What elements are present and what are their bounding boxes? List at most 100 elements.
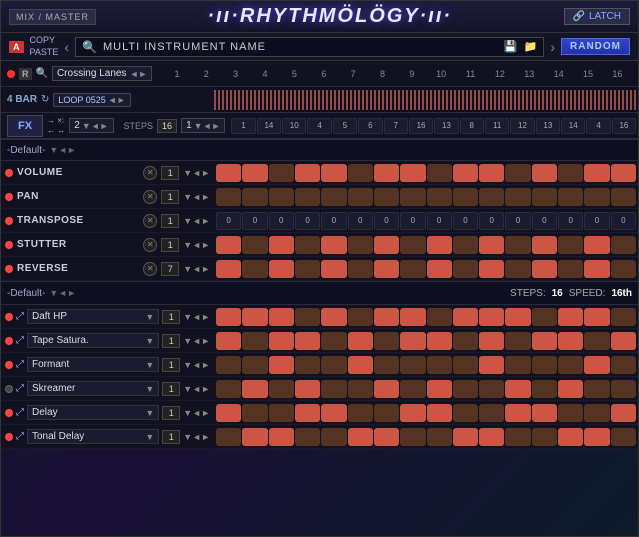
inst-value[interactable]: 1: [162, 358, 180, 372]
inst-cell[interactable]: [611, 380, 636, 398]
step-val[interactable]: 12: [510, 118, 534, 134]
inst-cell[interactable]: [374, 380, 399, 398]
param-cell[interactable]: [348, 164, 373, 182]
param-cell[interactable]: [479, 164, 504, 182]
param-clear-btn[interactable]: ✕: [143, 238, 157, 252]
inst-cell[interactable]: [479, 356, 504, 374]
inst-cell[interactable]: [400, 356, 425, 374]
inst-cell[interactable]: [584, 380, 609, 398]
inst-cell[interactable]: [242, 356, 267, 374]
inst-cell[interactable]: [532, 404, 557, 422]
inst-dropdown[interactable]: ▼: [145, 408, 154, 418]
inst-cell[interactable]: [532, 356, 557, 374]
param-cell[interactable]: [558, 236, 583, 254]
transpose-cell[interactable]: 0: [269, 212, 294, 230]
param-arrows[interactable]: ▼◄►: [183, 216, 210, 226]
param-cell[interactable]: [505, 236, 530, 254]
transpose-cell[interactable]: 0: [216, 212, 241, 230]
param-cell[interactable]: [242, 188, 267, 206]
param-cell[interactable]: [532, 164, 557, 182]
param-cell[interactable]: [400, 236, 425, 254]
inst-name-box[interactable]: Formant ▼: [27, 357, 159, 372]
inst-cell[interactable]: [611, 332, 636, 350]
folder-icon[interactable]: 📁: [524, 40, 538, 53]
inst-cell[interactable]: [295, 308, 320, 326]
param-cell[interactable]: [295, 236, 320, 254]
param-cell[interactable]: [321, 260, 346, 278]
param-cell[interactable]: [348, 188, 373, 206]
inst-cell[interactable]: [558, 356, 583, 374]
inst-cell[interactable]: [400, 332, 425, 350]
inst-cell[interactable]: [584, 308, 609, 326]
step-val[interactable]: 13: [434, 118, 458, 134]
inst-cell[interactable]: [453, 404, 478, 422]
inst-cell[interactable]: [374, 308, 399, 326]
inst-dropdown[interactable]: ▼: [145, 336, 154, 346]
param-cell[interactable]: [374, 236, 399, 254]
param-cell[interactable]: [453, 236, 478, 254]
param-cell[interactable]: [321, 164, 346, 182]
inst-cell[interactable]: [374, 332, 399, 350]
transpose-cell[interactable]: 0: [321, 212, 346, 230]
steps-num-box[interactable]: 1 ▼◄►: [181, 118, 225, 133]
inst-cell[interactable]: [216, 380, 241, 398]
param-value[interactable]: 1: [161, 238, 179, 252]
transpose-cell[interactable]: 0: [400, 212, 425, 230]
param-cell[interactable]: [400, 164, 425, 182]
inst-cell[interactable]: [216, 332, 241, 350]
param-cell[interactable]: [453, 188, 478, 206]
save-icon[interactable]: 💾: [504, 40, 518, 53]
step-val[interactable]: 16: [612, 118, 636, 134]
inst-cell[interactable]: [400, 308, 425, 326]
param-cell[interactable]: [269, 236, 294, 254]
inst-cell[interactable]: [321, 356, 346, 374]
inst-cell[interactable]: [558, 308, 583, 326]
param-cell[interactable]: [321, 236, 346, 254]
inst-cell[interactable]: [269, 308, 294, 326]
param-cell[interactable]: [427, 188, 452, 206]
param-cell[interactable]: [374, 164, 399, 182]
inst-arrows[interactable]: ▼◄►: [183, 384, 210, 394]
inst-cell[interactable]: [453, 428, 478, 446]
inst-cell[interactable]: [453, 356, 478, 374]
fx-button[interactable]: FX: [7, 115, 43, 137]
transpose-cell[interactable]: 0: [479, 212, 504, 230]
inst-name-box[interactable]: Delay ▼: [27, 405, 159, 420]
param-cell[interactable]: [216, 260, 241, 278]
param-cell[interactable]: [611, 164, 636, 182]
param-cell[interactable]: [216, 164, 241, 182]
copy-button[interactable]: COPY: [30, 35, 59, 46]
inst-cell[interactable]: [611, 404, 636, 422]
param-value[interactable]: 1: [161, 190, 179, 204]
inst-cell[interactable]: [427, 404, 452, 422]
param-cell[interactable]: [400, 260, 425, 278]
param-value[interactable]: 7: [161, 262, 179, 276]
param-cell[interactable]: [505, 260, 530, 278]
inst-cell[interactable]: [348, 404, 373, 422]
inst-arrows[interactable]: ▼◄►: [183, 408, 210, 418]
inst-cell[interactable]: [479, 404, 504, 422]
param-cell[interactable]: [558, 164, 583, 182]
step-val[interactable]: 13: [536, 118, 560, 134]
param-cell[interactable]: [479, 236, 504, 254]
inst-cell[interactable]: [321, 428, 346, 446]
param-cell[interactable]: [611, 188, 636, 206]
inst-cell[interactable]: [505, 356, 530, 374]
section2-arrows[interactable]: ▼◄►: [49, 288, 76, 298]
inst-cell[interactable]: [532, 332, 557, 350]
inst-cell[interactable]: [558, 332, 583, 350]
param-cell[interactable]: [216, 188, 241, 206]
inst-dropdown[interactable]: ▼: [145, 384, 154, 394]
inst-cell[interactable]: [242, 308, 267, 326]
inst-cell[interactable]: [242, 404, 267, 422]
inst-arrows[interactable]: ▼◄►: [183, 432, 210, 442]
inst-cell[interactable]: [269, 404, 294, 422]
param-cell[interactable]: [505, 164, 530, 182]
step-val[interactable]: 6: [358, 118, 382, 134]
param-cell[interactable]: [374, 260, 399, 278]
inst-cell[interactable]: [584, 332, 609, 350]
transpose-cell[interactable]: 0: [505, 212, 530, 230]
param-cell[interactable]: [269, 260, 294, 278]
val1-arrows[interactable]: ▼◄►: [82, 121, 109, 131]
inst-active-dot[interactable]: [5, 313, 13, 321]
